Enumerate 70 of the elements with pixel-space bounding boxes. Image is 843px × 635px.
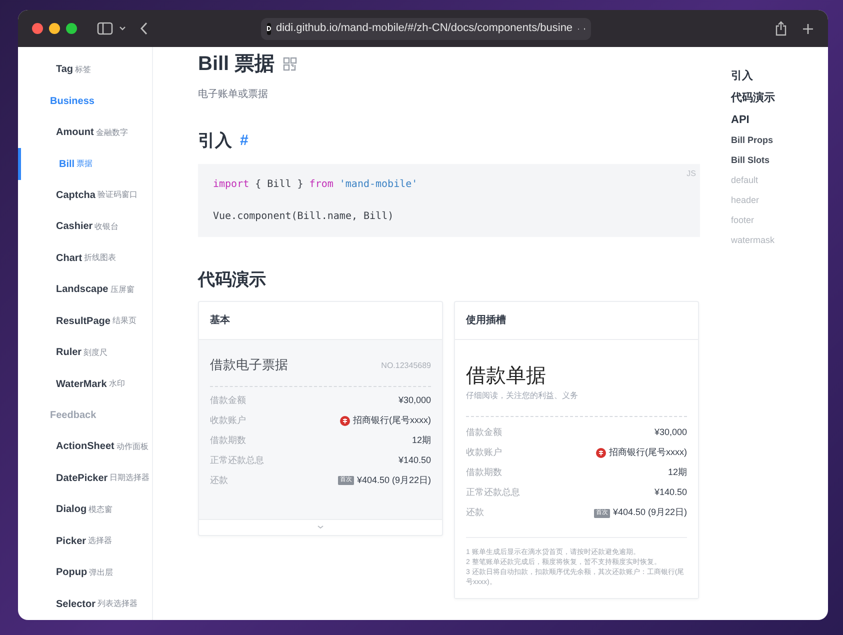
sidebar-item[interactable]: DatePicker 日期选择器 bbox=[18, 462, 152, 494]
code-line: Vue.component(Bill.name, Bill) bbox=[213, 210, 394, 224]
toc-link[interactable]: 引入 bbox=[731, 68, 753, 84]
sidebar-item[interactable]: Cashier 收银台 bbox=[18, 211, 152, 243]
bill-row-label: 还款 bbox=[466, 506, 484, 520]
bill-row-label: 正常还款总息 bbox=[466, 486, 520, 500]
sidebar-item[interactable]: Tag 标签 bbox=[18, 54, 152, 86]
bill-row-value: ¥404.50 (9月22日) bbox=[356, 474, 431, 487]
bill-row-label: 正常还款总息 bbox=[210, 454, 264, 467]
sidebar-item[interactable]: Popup 弹出层 bbox=[18, 557, 152, 588]
bill-row-value: 12期 bbox=[668, 466, 687, 480]
bill-row-value: ¥30,000 bbox=[654, 426, 687, 440]
chevron-down-icon[interactable] bbox=[119, 26, 126, 31]
address-bar[interactable]: didi.github.io/mand-mobile/#/zh-CN/docs/components/busine bbox=[261, 18, 591, 40]
bank-logo-icon bbox=[340, 416, 350, 426]
sidebar-item[interactable]: Captcha 验证码窗口 bbox=[18, 180, 152, 212]
anchor-link[interactable]: # bbox=[240, 130, 248, 152]
bill-row-label: 借款金额 bbox=[466, 426, 502, 440]
bill-row-value: 招商银行(尾号xxxx) bbox=[609, 446, 687, 460]
sidebar-item[interactable]: ActionSheet 动作面板 bbox=[18, 431, 152, 463]
bill-row-value: ¥140.50 bbox=[654, 486, 687, 500]
bill-subtitle: 仔细阅读，关注您的利益、义务 bbox=[466, 390, 579, 402]
sidebar-item[interactable]: Bill 票据 bbox=[18, 148, 152, 180]
section-heading: 引入 bbox=[198, 130, 232, 152]
sidebar-item[interactable]: Picker 选择器 bbox=[18, 526, 152, 557]
bank-logo-icon bbox=[596, 448, 606, 458]
qr-code-icon[interactable] bbox=[282, 57, 297, 71]
toc-link[interactable]: Bill Props bbox=[731, 134, 774, 148]
new-tab-icon[interactable] bbox=[802, 22, 814, 34]
section-heading: 代码演示 bbox=[198, 268, 267, 290]
bill-row-label: 借款金额 bbox=[210, 394, 246, 407]
bill-row-label: 借款期数 bbox=[466, 466, 502, 480]
demo-card-title: 基本 bbox=[210, 314, 230, 328]
bill-title: 借款单据 bbox=[466, 362, 547, 388]
demo-card-title: 使用插槽 bbox=[466, 314, 506, 328]
bill-row-label: 收款账户 bbox=[210, 414, 246, 427]
bill-row-value: 招商银行(尾号xxxx) bbox=[353, 414, 431, 427]
minimize-button[interactable] bbox=[49, 23, 60, 34]
bill-row-label: 借款期数 bbox=[210, 434, 246, 447]
bill-number: NO.12345689 bbox=[381, 360, 431, 372]
bill-title: 借款电子票据 bbox=[210, 357, 288, 375]
bill-row-label: 收款账户 bbox=[466, 446, 502, 460]
bill-row-value: ¥140.50 bbox=[398, 454, 431, 467]
page-subtitle: 电子账单或票据 bbox=[198, 88, 269, 102]
sidebar-item[interactable]: Ruler 刻度尺 bbox=[18, 336, 152, 368]
url-text: didi.github.io/mand-mobile/#/zh-CN/docs/components/busine bbox=[276, 21, 573, 36]
toc-link[interactable]: 代码演示 bbox=[731, 90, 775, 106]
sidebar-item[interactable]: Dialog 模态窗 bbox=[18, 494, 152, 526]
sidebar-item[interactable]: Selector 列表选择器 bbox=[18, 588, 152, 620]
sidebar-group[interactable]: Business bbox=[18, 85, 152, 117]
back-icon[interactable] bbox=[140, 22, 148, 35]
site-favicon-icon bbox=[267, 22, 271, 34]
sidebar-item[interactable]: Chart 折线图表 bbox=[18, 242, 152, 274]
bill-row-value: ¥404.50 (9月22日) bbox=[612, 506, 687, 520]
sidebar-toggle-icon[interactable] bbox=[97, 22, 113, 35]
toc-link[interactable]: API bbox=[731, 112, 750, 128]
page-title: Bill 票据 bbox=[198, 52, 275, 77]
code-line: import { Bill } from 'mand-mobile' bbox=[213, 178, 418, 192]
bill-row-label: 还款 bbox=[210, 474, 228, 487]
toc-link[interactable]: Bill Slots bbox=[731, 154, 770, 168]
sidebar-item[interactable]: Amount 金融数字 bbox=[18, 116, 152, 148]
sidebar-item[interactable]: ResultPage 结果页 bbox=[18, 306, 152, 337]
code-language-label: JS bbox=[686, 168, 696, 180]
zoom-button[interactable] bbox=[66, 23, 77, 34]
sidebar-item[interactable]: Landscape 压屏窗 bbox=[18, 274, 152, 306]
share-icon[interactable] bbox=[775, 21, 787, 36]
close-button[interactable] bbox=[32, 23, 43, 34]
bill-row-value: 12期 bbox=[412, 434, 431, 447]
bill-row-value: ¥30,000 bbox=[398, 394, 431, 407]
sidebar-item[interactable]: WaterMark 水印 bbox=[18, 368, 152, 400]
